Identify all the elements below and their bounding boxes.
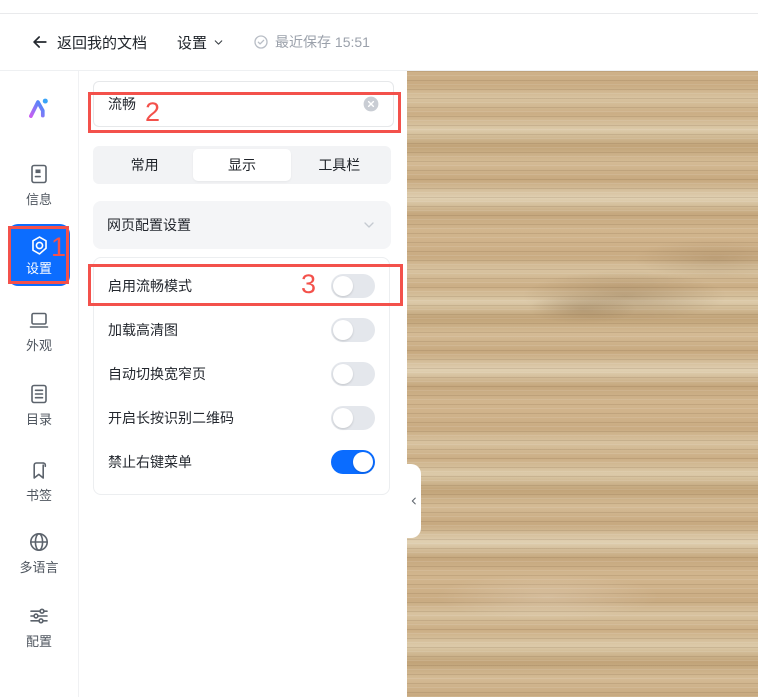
settings-card: 启用流畅模式 加载高清图 自动切换宽窄页 开启长按识别二维码 禁止右键菜单 xyxy=(93,257,390,495)
setting-label: 启用流畅模式 xyxy=(108,276,192,296)
chevron-down-icon xyxy=(212,36,225,49)
toggle-knob xyxy=(333,364,353,384)
sidebar-item-label: 书签 xyxy=(26,485,52,504)
bookmark-icon xyxy=(27,458,51,482)
sidebar-item-config[interactable]: 配置 xyxy=(8,604,70,650)
toggle-knob xyxy=(333,320,353,340)
chevron-down-icon xyxy=(361,217,377,233)
tab-common[interactable]: 常用 xyxy=(96,149,193,181)
toggle-knob xyxy=(353,452,373,472)
sidebar-item-toc[interactable]: 目录 xyxy=(8,382,70,428)
search-input[interactable] xyxy=(108,96,363,112)
sidebar-item-label: 多语言 xyxy=(19,557,58,576)
setting-row-hd-images: 加载高清图 xyxy=(108,308,375,352)
sliders-icon xyxy=(27,604,51,628)
setting-label: 开启长按识别二维码 xyxy=(108,408,234,428)
setting-label: 自动切换宽窄页 xyxy=(108,364,206,384)
setting-row-qr-longpress: 开启长按识别二维码 xyxy=(108,396,375,440)
sidebar-item-bookmark[interactable]: 书签 xyxy=(8,458,70,504)
back-button[interactable]: 返回我的文档 xyxy=(30,32,147,53)
tab-toolbar[interactable]: 工具栏 xyxy=(291,149,388,181)
main-area: 信息 设置 外观 目录 书签 xyxy=(0,71,758,697)
search-box xyxy=(93,81,394,127)
toggle-knob xyxy=(333,276,353,296)
info-icon xyxy=(27,162,51,186)
dropdown-label: 网页配置设置 xyxy=(107,215,191,235)
chevron-left-icon xyxy=(409,495,419,507)
toggle-qr-longpress[interactable] xyxy=(331,406,375,430)
toggle-auto-page-width[interactable] xyxy=(331,362,375,386)
toggle-knob xyxy=(333,408,353,428)
sidebar-item-label: 配置 xyxy=(26,631,52,650)
tab-display[interactable]: 显示 xyxy=(193,149,290,181)
app-logo-icon xyxy=(25,95,53,126)
config-section-dropdown[interactable]: 网页配置设置 xyxy=(93,201,391,249)
sidebar: 信息 设置 外观 目录 书签 xyxy=(0,71,79,697)
sidebar-item-label: 外观 xyxy=(26,335,52,354)
collapse-panel-handle[interactable] xyxy=(407,464,421,538)
save-status: 最近保存 15:51 xyxy=(253,32,370,52)
top-bar: 返回我的文档 设置 最近保存 15:51 xyxy=(0,13,758,71)
list-icon xyxy=(27,382,51,406)
sidebar-item-appearance[interactable]: 外观 xyxy=(8,308,70,354)
monitor-icon xyxy=(27,308,51,332)
clear-search-icon[interactable] xyxy=(363,96,379,112)
doc-title-dropdown[interactable]: 设置 xyxy=(177,32,225,53)
document-canvas xyxy=(407,71,758,697)
toggle-disable-context-menu[interactable] xyxy=(331,450,375,474)
toggle-hd-images[interactable] xyxy=(331,318,375,342)
setting-label: 禁止右键菜单 xyxy=(108,452,192,472)
sidebar-item-label: 目录 xyxy=(26,409,52,428)
back-label: 返回我的文档 xyxy=(57,32,147,53)
arrow-left-icon xyxy=(30,32,50,52)
setting-row-disable-context-menu: 禁止右键菜单 xyxy=(108,440,375,484)
wood-texture-image xyxy=(407,71,758,697)
tab-bar: 常用 显示 工具栏 xyxy=(93,146,391,184)
sidebar-item-label: 信息 xyxy=(26,189,52,208)
setting-row-auto-page-width: 自动切换宽窄页 xyxy=(108,352,375,396)
gear-icon xyxy=(28,234,51,257)
setting-label: 加载高清图 xyxy=(108,320,178,340)
sidebar-item-settings[interactable]: 设置 xyxy=(8,224,70,286)
toggle-smooth-mode[interactable] xyxy=(331,274,375,298)
sidebar-item-info[interactable]: 信息 xyxy=(8,162,70,208)
sidebar-item-label: 设置 xyxy=(26,258,52,277)
settings-panel: 常用 显示 工具栏 网页配置设置 启用流畅模式 加载高清图 自动切换宽窄页 xyxy=(79,71,407,697)
doc-title-label: 设置 xyxy=(177,32,207,53)
globe-icon xyxy=(27,530,51,554)
save-status-label: 最近保存 15:51 xyxy=(275,32,370,52)
window-top-gap xyxy=(0,0,758,13)
check-circle-icon xyxy=(253,34,269,50)
sidebar-item-language[interactable]: 多语言 xyxy=(8,530,70,576)
setting-row-smooth-mode: 启用流畅模式 xyxy=(108,264,375,308)
